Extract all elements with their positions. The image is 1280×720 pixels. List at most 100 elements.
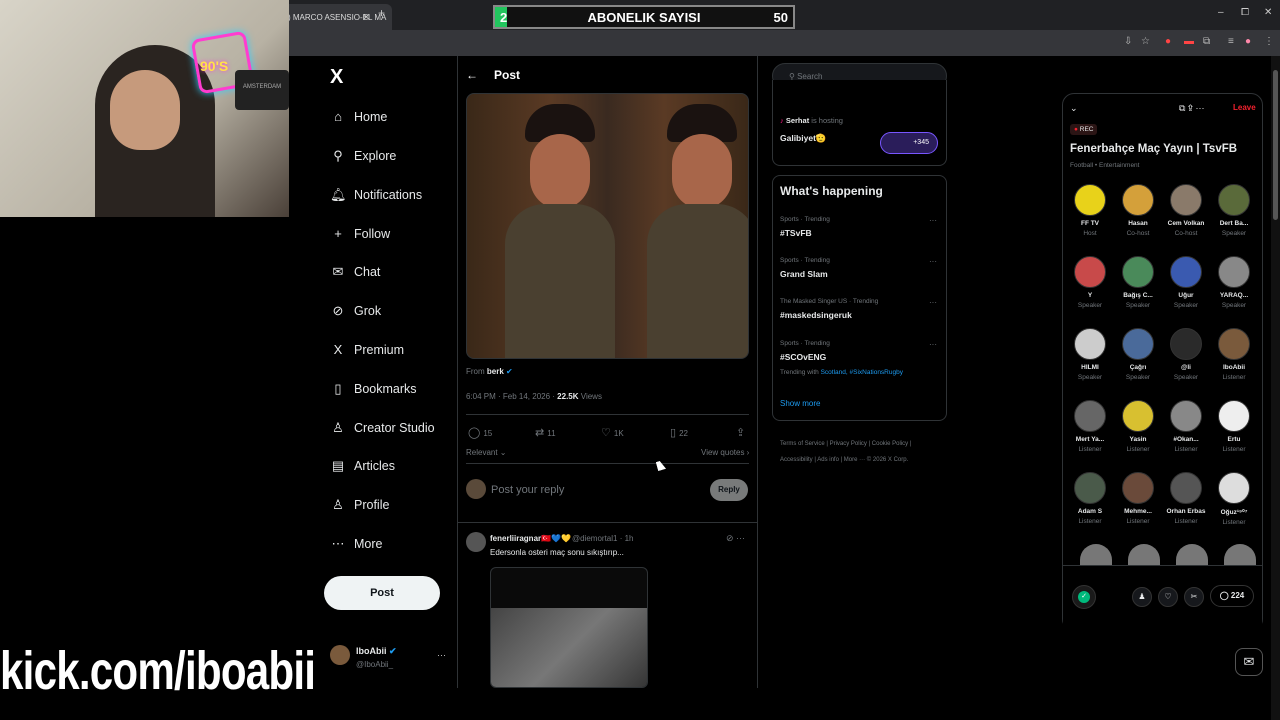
space-participant[interactable]: HILMI Speaker: [1066, 328, 1114, 381]
space-participant[interactable]: #Okan... Listener: [1162, 400, 1210, 453]
space-participant[interactable]: Mert Ya... Listener: [1066, 400, 1114, 453]
maximize-icon[interactable]: ⧠: [1241, 7, 1249, 18]
bookmark-action[interactable]: ▯ 22: [670, 426, 688, 439]
space-participant[interactable]: @li Speaker: [1162, 328, 1210, 381]
extension-icon[interactable]: ●: [1165, 36, 1171, 47]
profile-avatar-icon[interactable]: ●: [1245, 36, 1251, 47]
space-participant[interactable]: Bağış C... Speaker: [1114, 256, 1162, 309]
participant-role: Speaker: [1125, 374, 1151, 381]
repost-action[interactable]: ⇄ 11: [535, 426, 556, 439]
space-participant[interactable]: IboAbii Listener: [1210, 328, 1258, 381]
sidebar-item-grok[interactable]: ⊘ Grok: [330, 303, 382, 331]
sidebar-item-bookmarks[interactable]: ▯ Bookmarks: [330, 381, 416, 409]
comment-author[interactable]: fenerliiragnar🇹🇷💙💛: [490, 534, 571, 543]
post-button[interactable]: Post: [324, 576, 440, 610]
sidebar-item-articles[interactable]: ▤ Articles: [330, 458, 395, 486]
comment-media[interactable]: [490, 567, 648, 688]
space-participant[interactable]: Oğuz¹⁹⁰⁷ Listener: [1210, 472, 1258, 526]
account-handle: @IboAbii_: [356, 660, 394, 669]
new-tab-button[interactable]: +: [378, 6, 385, 20]
space-participant[interactable]: Orhan Erbas Listener: [1162, 472, 1210, 525]
trend-more-icon[interactable]: ···: [929, 257, 937, 266]
tab-close-icon[interactable]: ✕: [362, 12, 370, 23]
sidebar-item-creator-studio[interactable]: ♙ Creator Studio: [330, 420, 434, 448]
share-icon[interactable]: ⇪: [736, 426, 748, 439]
articles-icon: ▤: [331, 458, 345, 473]
space-participant[interactable]: Y Speaker: [1066, 256, 1114, 309]
like-action[interactable]: ♡ 1K: [601, 426, 624, 439]
avatar[interactable]: [466, 532, 486, 552]
space-toolbar-icons[interactable]: ⧉ ⇪ ···: [1179, 103, 1205, 114]
menu-lines-icon[interactable]: ≡: [1228, 36, 1234, 47]
comments-count[interactable]: ◯ 224: [1210, 585, 1254, 607]
divider: [466, 463, 749, 464]
browser-tab[interactable]: ) MARCO ASENSIO-EL MA ✕: [282, 4, 392, 30]
space-participant[interactable]: Uğur Speaker: [1162, 256, 1210, 309]
messages-icon[interactable]: ✉: [1235, 648, 1263, 676]
divider: [457, 56, 458, 688]
space-participant[interactable]: Yasin Listener: [1114, 400, 1162, 453]
browser-menu-icon[interactable]: ⋮: [1264, 36, 1274, 47]
trend-related: Trending with Scotland, #SixNationsRugby: [780, 369, 903, 376]
trend-name[interactable]: Grand Slam: [780, 269, 828, 279]
trend-more-icon[interactable]: ···: [929, 216, 937, 225]
show-more-link[interactable]: Show more: [780, 399, 820, 408]
source-user[interactable]: berk: [487, 367, 504, 376]
footer-links[interactable]: Terms of Service | Privacy Policy | Cook…: [780, 436, 945, 468]
extensions-puzzle-icon[interactable]: ⧉: [1203, 36, 1210, 47]
minimize-icon[interactable]: –: [1218, 7, 1224, 18]
space-title[interactable]: Galibiyet🫡: [780, 133, 826, 144]
sidebar-item-follow[interactable]: + Follow: [330, 226, 390, 254]
space-participant[interactable]: Mehme... Listener: [1114, 472, 1162, 525]
people-icon[interactable]: ♟: [1132, 587, 1152, 607]
account-name[interactable]: IboAbii ✔: [356, 646, 397, 657]
space-participant[interactable]: FF TV Host: [1066, 184, 1114, 237]
extension-icon[interactable]: ▬: [1184, 36, 1194, 47]
sidebar-item-profile[interactable]: ♙ Profile: [330, 497, 389, 525]
scrollbar-thumb[interactable]: [1273, 70, 1278, 220]
sort-replies-dropdown[interactable]: Relevant ⌄: [466, 448, 507, 457]
space-participant[interactable]: Adam S Listener: [1066, 472, 1114, 525]
reply-input[interactable]: Post your reply: [491, 484, 564, 496]
space-listeners-pill[interactable]: +345: [880, 132, 938, 154]
repost-icon: ⇄: [535, 427, 545, 439]
window-close-icon[interactable]: ✕: [1264, 7, 1272, 18]
space-participant[interactable]: Ertu Listener: [1210, 400, 1258, 453]
reply-action[interactable]: ◯ 15: [468, 426, 492, 439]
back-arrow-icon[interactable]: ←: [466, 68, 478, 82]
sidebar-item-more[interactable]: ⋯ More: [330, 536, 383, 564]
clip-icon[interactable]: ✂: [1184, 587, 1204, 607]
avatar[interactable]: [330, 645, 350, 665]
space-participant[interactable]: YARAQ... Speaker: [1210, 256, 1258, 309]
space-participant[interactable]: Çağrı Speaker: [1114, 328, 1162, 381]
leave-button[interactable]: Leave: [1233, 103, 1256, 112]
account-more-icon[interactable]: ···: [437, 650, 446, 660]
comment-more-icon[interactable]: ⊘ ···: [726, 533, 745, 544]
stream-url-overlay: kick.com/iboabii: [0, 641, 316, 701]
view-quotes-link[interactable]: View quotes ›: [701, 448, 749, 457]
space-participant[interactable]: Hasan Co-host: [1114, 184, 1162, 237]
trend-name[interactable]: #SCOvENG: [780, 352, 826, 362]
react-heart-icon[interactable]: ♡: [1158, 587, 1178, 607]
install-app-icon[interactable]: ⇩: [1124, 36, 1132, 47]
sidebar-item-notifications[interactable]: 🔔︎ Notifications: [330, 187, 422, 215]
chevron-down-icon[interactable]: ⌄: [1070, 103, 1078, 114]
participant-name: Mehme...: [1124, 508, 1152, 515]
sidebar-item-home[interactable]: ⌂ Home: [330, 109, 387, 137]
trend-name[interactable]: #maskedsingeruk: [780, 310, 852, 320]
post-image[interactable]: [466, 93, 749, 359]
avatar: [1122, 328, 1154, 360]
star-icon[interactable]: ☆: [1141, 36, 1150, 47]
reply-button[interactable]: Reply: [710, 479, 748, 501]
trend-more-icon[interactable]: ···: [929, 298, 937, 307]
sidebar-item-chat[interactable]: ✉ Chat: [330, 264, 381, 292]
space-participant[interactable]: Cem Volkan Co-host: [1162, 184, 1210, 237]
sidebar-item-explore[interactable]: ⚲ Explore: [330, 148, 396, 176]
x-logo[interactable]: X: [330, 66, 343, 89]
space-participant[interactable]: Dert Ba... Speaker: [1210, 184, 1258, 237]
sidebar-item-premium[interactable]: X Premium: [330, 342, 404, 370]
trend-more-icon[interactable]: ···: [929, 340, 937, 349]
heart-icon: ♡: [601, 427, 611, 439]
trend-name[interactable]: #TSvFB: [780, 228, 812, 238]
participant-role: Listener: [1174, 518, 1198, 525]
